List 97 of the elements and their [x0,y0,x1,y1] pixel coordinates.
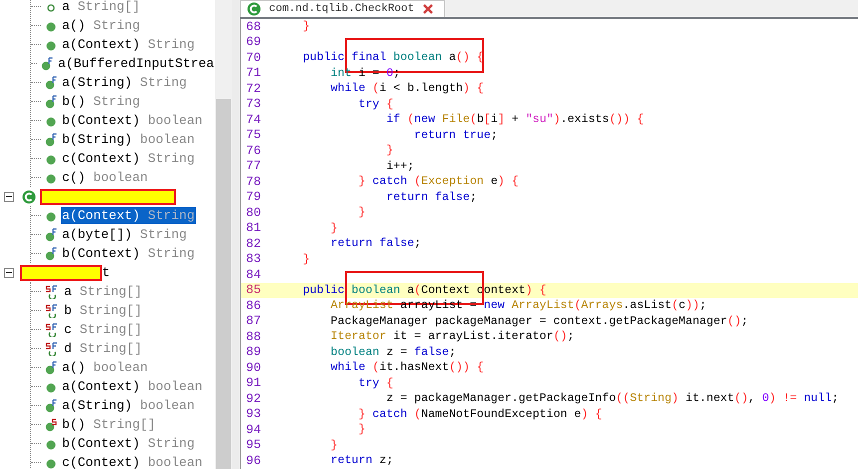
code-line: try { [357,376,394,390]
line-number: 77 [245,159,262,174]
member-item[interactable]: a(Context) String [61,207,196,224]
line-number: 95 [245,438,262,452]
line-number: 74 [245,112,262,127]
code-line: } [302,20,310,34]
member-item[interactable]: a(String) String [61,74,188,91]
code-line: i++; [385,160,414,173]
class-icon [22,190,36,204]
code-line: return false; [330,237,422,250]
member-item[interactable]: c(Context) boolean [61,454,204,469]
code-line: } catch (Exception e) { [357,175,519,188]
scrollbar[interactable] [215,0,232,469]
line-number: 92 [245,392,262,406]
line-number: 91 [245,376,262,390]
static-method-icon [45,418,57,432]
collapse-toggle[interactable] [4,268,14,278]
line-number: 72 [245,82,262,96]
member-item[interactable]: b() String [61,93,142,110]
code-line: PackageManager packageManager = context.getPackageManager(); [330,314,748,328]
final-method-icon [45,94,57,108]
final-method-icon [45,398,57,412]
code-line: return false; [385,190,477,204]
static-final-field-icon [45,304,59,318]
code-line: try { [357,98,394,111]
member-item[interactable]: a(Context) boolean [61,378,204,395]
code-line: Iterator it = arrayList.iterator(); [330,330,574,344]
final-method-icon [45,246,57,260]
line-number: 82 [245,236,262,251]
line-number: 70 [245,50,262,65]
final-method-icon [45,228,57,242]
member-item[interactable]: a(Context) String [61,36,196,53]
code-line: } [330,222,338,235]
static-final-field-icon [45,322,59,336]
line-number: 78 [245,174,262,189]
code-line: while (it.hasNext()) { [330,361,484,374]
code-line: } [357,423,366,436]
member-item[interactable]: b(String) boolean [61,131,196,148]
line-number: 85 [245,283,262,298]
line-number: 89 [245,345,262,360]
final-method-icon [40,56,53,70]
line-number: 69 [245,35,262,50]
line-number: 93 [245,407,262,422]
member-item[interactable]: a() String [61,17,142,34]
line-number: 88 [245,330,262,344]
line-number: 73 [245,97,262,112]
line-number: 76 [245,144,262,158]
static-final-field-icon [45,284,59,298]
code-line: } [302,252,310,266]
code-line: z = packageManager.getPackageInfo((String) it.next(), 0) != null; [385,392,839,406]
member-item[interactable]: b(Context) boolean [61,112,204,129]
member-item[interactable]: a String[] [61,0,142,15]
line-number: 86 [245,298,262,313]
code-line: } [330,438,338,452]
member-item[interactable]: b String[] [63,302,144,319]
class-icon [247,2,261,16]
static-final-field-icon [45,342,59,356]
line-number: 90 [245,360,262,375]
member-item[interactable]: a(BufferedInputStrea [56,55,215,72]
close-icon[interactable] [422,3,434,15]
member-item[interactable]: b() String[] [61,416,157,433]
code-line: boolean z = false; [330,346,456,359]
line-number: 68 [245,20,262,34]
member-item[interactable]: d String[] [63,340,144,357]
line-number: 84 [245,268,262,282]
code-line: if (new File(b[i] + "su").exists()) { [385,113,644,126]
line-number: 80 [245,206,262,220]
line-number: 96 [245,454,262,468]
final-method-icon [45,132,57,146]
member-item[interactable]: a(byte[]) String [61,226,188,243]
member-item[interactable]: a String[] [63,283,144,300]
member-item[interactable]: b(Context) String [61,435,196,452]
code-line: } [357,206,366,220]
line-number: 75 [245,128,262,142]
final-method-icon [45,76,57,90]
code-line: return true; [413,128,498,142]
member-item[interactable]: a() boolean [61,359,149,376]
member-item[interactable]: c String[] [63,321,144,338]
line-number: 87 [245,314,262,328]
line-number: 83 [245,252,262,266]
collapse-toggle[interactable] [4,192,14,202]
line-number: 94 [245,422,262,437]
member-item[interactable]: c(Context) String [61,150,196,167]
member-item[interactable]: c() boolean [61,169,149,186]
member-item[interactable]: b(Context) String [61,245,196,262]
line-number: 71 [245,66,262,80]
scrollbar-thumb[interactable] [216,99,231,469]
member-item[interactable]: a(String) boolean [61,397,196,414]
line-number: 79 [245,190,262,204]
editor-tab[interactable]: com.nd.tqlib.CheckRoot [240,0,446,17]
class-name: t [102,265,110,280]
code-line: } catch (NameNotFoundException e) { [357,408,602,421]
code-line: while (i < b.length) { [330,82,484,96]
line-number: 81 [245,221,262,236]
final-method-icon [45,360,57,374]
code-line: } [385,144,394,158]
code-line: return z; [330,454,394,468]
